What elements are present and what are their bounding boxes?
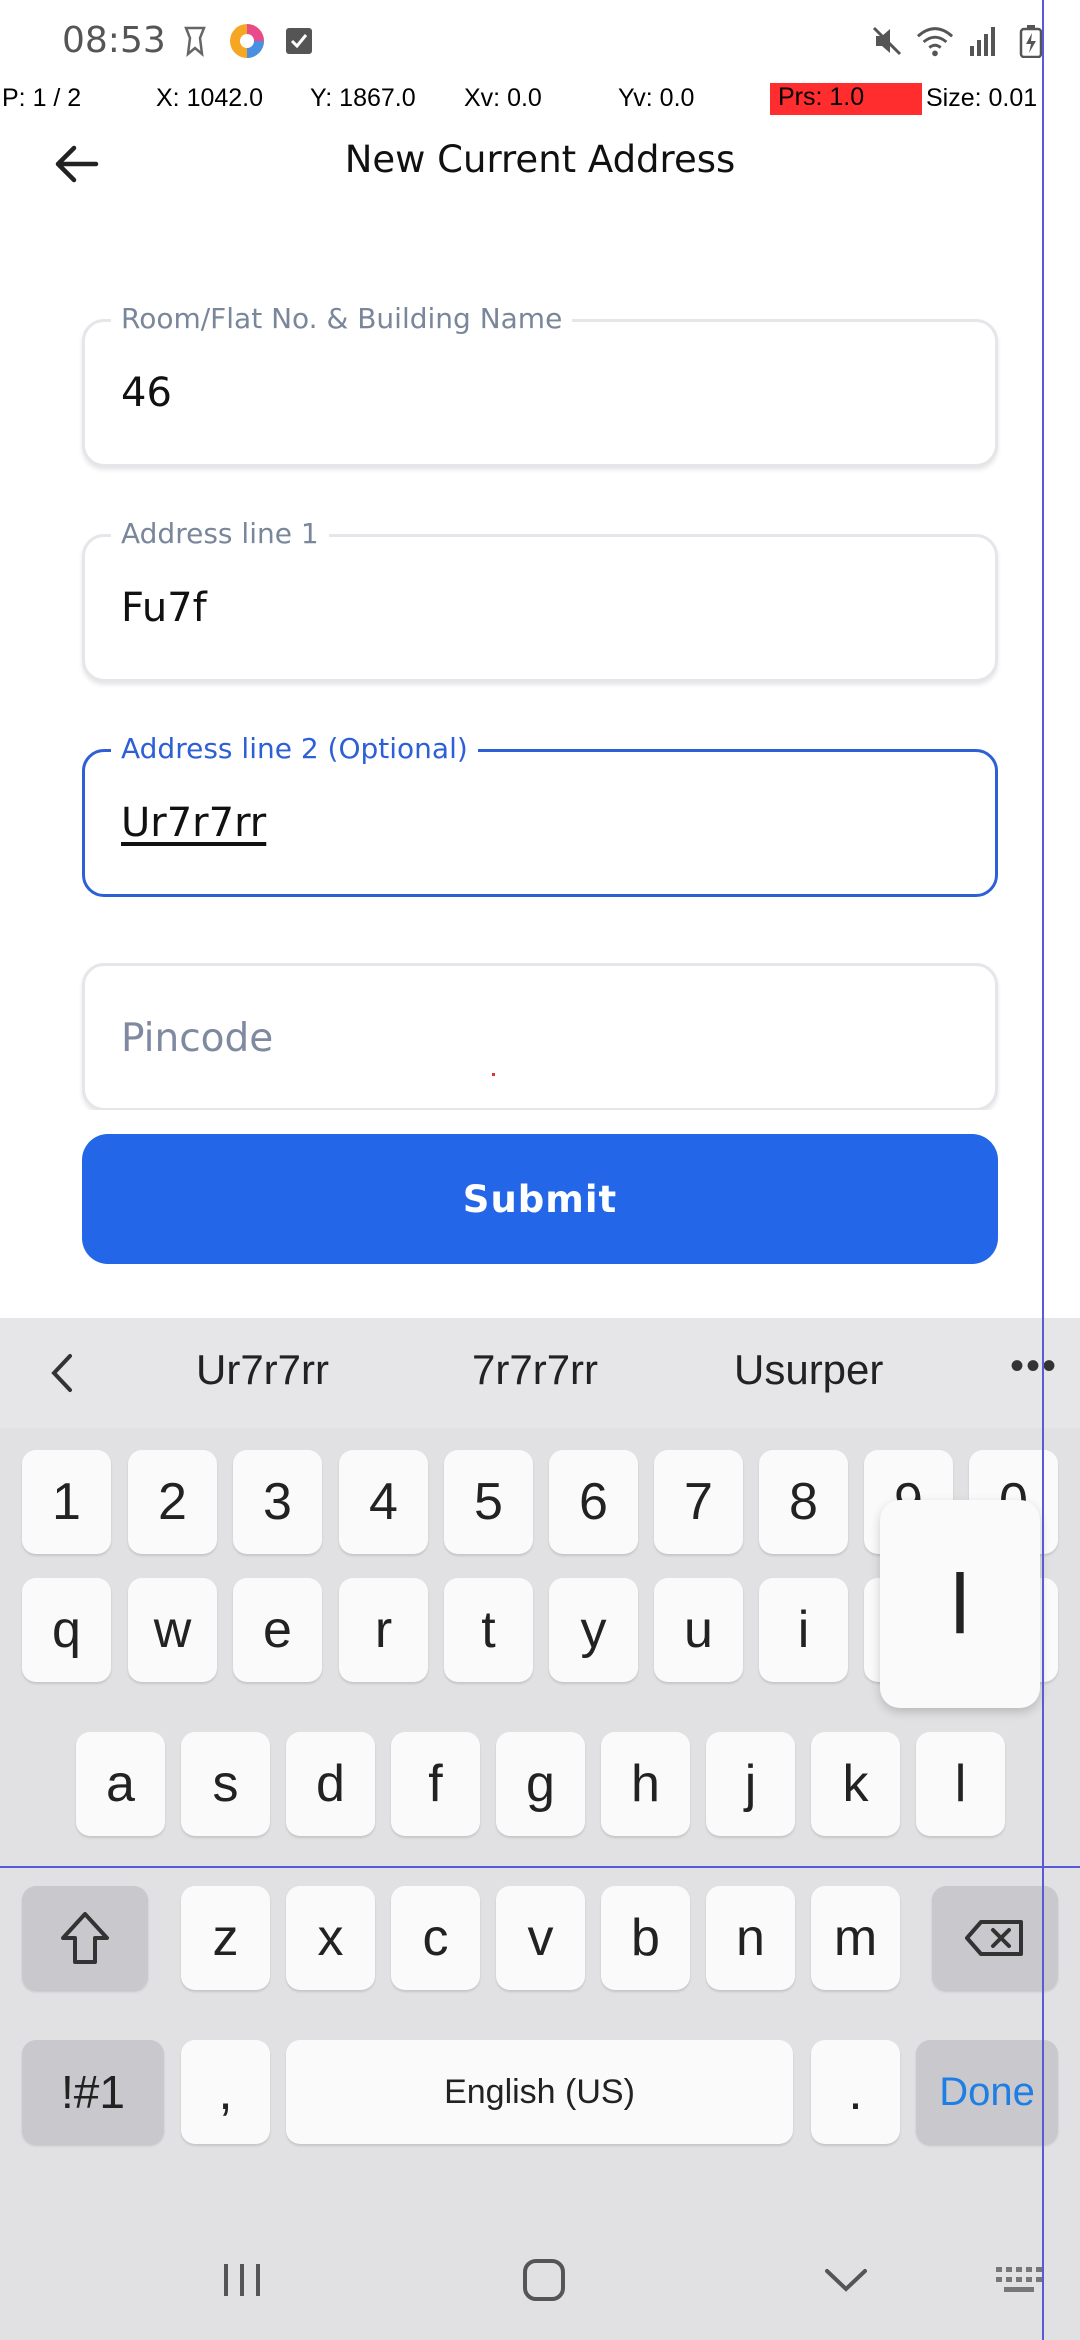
- key-e[interactable]: e: [233, 1578, 322, 1682]
- key-k[interactable]: k: [811, 1732, 900, 1836]
- key-c[interactable]: c: [391, 1886, 480, 1990]
- field-placeholder: Pincode: [121, 1016, 274, 1061]
- suggestion-item[interactable]: Usurper: [734, 1346, 883, 1394]
- key-4[interactable]: 4: [339, 1450, 428, 1554]
- more-options-icon[interactable]: •••: [1010, 1344, 1058, 1389]
- key-7[interactable]: 7: [654, 1450, 743, 1554]
- key-x[interactable]: x: [286, 1886, 375, 1990]
- field-label: Room/Flat No. & Building Name: [111, 302, 573, 335]
- home-icon: [523, 2259, 565, 2301]
- pointer-horizontal-line: [0, 1866, 1080, 1868]
- key-r[interactable]: r: [339, 1578, 428, 1682]
- comma-key[interactable]: ,: [181, 2040, 270, 2144]
- keyboard-switch-button[interactable]: [990, 2250, 1050, 2310]
- shift-arrow-icon: [61, 1912, 109, 1964]
- recent-apps-icon: [224, 2264, 260, 2296]
- system-navigation-bar: [0, 2220, 1080, 2340]
- key-preview-popup: l: [880, 1500, 1040, 1708]
- key-8[interactable]: 8: [759, 1450, 848, 1554]
- touch-trace-dot: [492, 1073, 495, 1076]
- shift-key[interactable]: [22, 1886, 148, 1990]
- suggestion-item[interactable]: Ur7r7rr: [196, 1346, 329, 1394]
- key-y[interactable]: y: [549, 1578, 638, 1682]
- key-b[interactable]: b: [601, 1886, 690, 1990]
- field-value: Fu7f: [121, 585, 207, 631]
- key-6[interactable]: 6: [549, 1450, 638, 1554]
- form-scroll-area[interactable]: Room/Flat No. & Building Name 46 Address…: [0, 0, 1050, 1110]
- key-t[interactable]: t: [444, 1578, 533, 1682]
- pointer-vertical-line: [1042, 0, 1044, 2340]
- done-key[interactable]: Done: [916, 2040, 1058, 2144]
- home-button[interactable]: [514, 2250, 574, 2310]
- chevron-down-icon: [825, 2269, 867, 2292]
- key-v[interactable]: v: [496, 1886, 585, 1990]
- key-f[interactable]: f: [391, 1732, 480, 1836]
- hide-keyboard-button[interactable]: [816, 2250, 876, 2310]
- backspace-icon: [965, 1920, 1023, 1956]
- key-u[interactable]: u: [654, 1578, 743, 1682]
- key-2[interactable]: 2: [128, 1450, 217, 1554]
- key-j[interactable]: j: [706, 1732, 795, 1836]
- key-q[interactable]: q: [22, 1578, 111, 1682]
- space-key[interactable]: English (US): [286, 2040, 793, 2144]
- key-1[interactable]: 1: [22, 1450, 111, 1554]
- key-z[interactable]: z: [181, 1886, 270, 1990]
- field-value: Ur7r7rr: [121, 800, 267, 846]
- period-key[interactable]: .: [811, 2040, 900, 2144]
- submit-button[interactable]: Submit: [82, 1134, 998, 1264]
- suggestion-item[interactable]: 7r7r7rr: [472, 1346, 598, 1394]
- pincode-field[interactable]: Pincode: [82, 963, 998, 1110]
- key-h[interactable]: h: [601, 1732, 690, 1836]
- key-d[interactable]: d: [286, 1732, 375, 1836]
- field-value: 46: [121, 370, 172, 416]
- keyboard-icon: [996, 2267, 1042, 2292]
- recent-apps-button[interactable]: [212, 2250, 272, 2310]
- chevron-left-icon[interactable]: [42, 1348, 82, 1398]
- address-line-2-field[interactable]: Address line 2 (Optional) Ur7r7rr: [82, 732, 998, 897]
- key-i[interactable]: i: [759, 1578, 848, 1682]
- field-label: Address line 1: [111, 517, 329, 550]
- address-line-1-field[interactable]: Address line 1 Fu7f: [82, 517, 998, 682]
- key-5[interactable]: 5: [444, 1450, 533, 1554]
- key-a[interactable]: a: [76, 1732, 165, 1836]
- backspace-key[interactable]: [932, 1886, 1058, 1990]
- key-s[interactable]: s: [181, 1732, 270, 1836]
- key-l[interactable]: l: [916, 1732, 1005, 1836]
- key-g[interactable]: g: [496, 1732, 585, 1836]
- suggestion-bar: Ur7r7rr 7r7r7rr Usurper •••: [0, 1318, 1080, 1428]
- field-label: Address line 2 (Optional): [111, 732, 478, 765]
- key-n[interactable]: n: [706, 1886, 795, 1990]
- symbols-key[interactable]: !#1: [22, 2040, 164, 2144]
- key-3[interactable]: 3: [233, 1450, 322, 1554]
- key-w[interactable]: w: [128, 1578, 217, 1682]
- key-m[interactable]: m: [811, 1886, 900, 1990]
- room-building-field[interactable]: Room/Flat No. & Building Name 46: [82, 302, 998, 467]
